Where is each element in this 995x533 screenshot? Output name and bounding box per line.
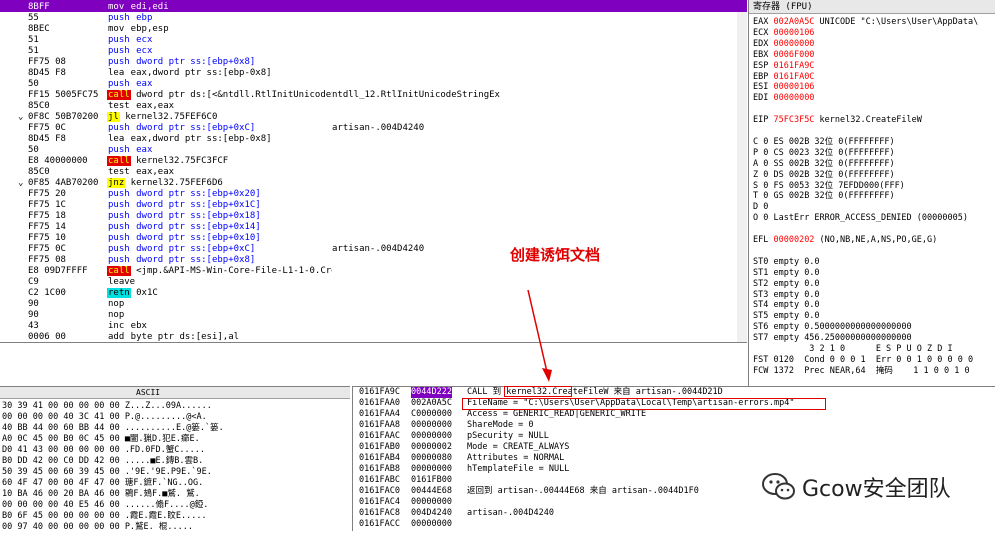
register-line[interactable]: EBX 0006F000 xyxy=(753,50,820,61)
register-line[interactable]: Z 0 DS 002B 32位 0(FFFFFFFF) xyxy=(753,170,895,181)
dump-row[interactable]: 00 97 40 00 00 00 00 00 P.鷲E. 棍..... xyxy=(2,522,193,533)
dump-row[interactable]: B0 DD 42 00 C0 DD 42 00 .....■E.鏄B.雲B. xyxy=(2,456,203,467)
disasm-instruction: add byte ptr ds:[esi],al xyxy=(108,332,240,342)
wechat-icon xyxy=(762,473,795,500)
disasm-bytes: 0006 00 xyxy=(28,332,66,342)
register-line[interactable]: ST2 empty 0.0 xyxy=(753,279,820,290)
register-line[interactable]: EIP 75FC3F5C kernel32.CreateFileW xyxy=(753,115,922,126)
registers-title: 寄存器 (FPU) xyxy=(749,0,995,14)
dump-row[interactable]: B0 6F 45 00 00 00 00 00 .霞E.霞E.盿E..... xyxy=(2,511,207,522)
registers-pane[interactable]: 寄存器 (FPU) EAX 002A0A5C UNICODE "C:\Users… xyxy=(748,0,995,386)
highlight-box-filename xyxy=(462,398,826,410)
register-line[interactable]: EAX 002A0A5C UNICODE "C:\Users\User\AppD… xyxy=(753,17,978,28)
register-line[interactable]: ECX 00000106 xyxy=(753,28,820,39)
register-line[interactable]: 3 2 1 0 E S P U O Z D I xyxy=(753,344,952,355)
stack-row[interactable]: 0161FAA8 00000000 ShareMode = 0 xyxy=(355,420,995,431)
memory-dump-pane[interactable]: ASCII 30 39 41 00 00 00 00 00 Z...Z...09… xyxy=(0,386,350,533)
register-line[interactable]: ESP 0161FA9C xyxy=(753,61,820,72)
stack-row[interactable]: 0161FAB4 00000080 Attributes = NORMAL xyxy=(355,453,995,464)
dump-row[interactable]: 30 39 41 00 00 00 00 00 Z...Z...09A.....… xyxy=(2,401,212,412)
register-line[interactable]: ST1 empty 0.0 xyxy=(753,268,820,279)
register-line[interactable]: P 0 CS 0023 32位 0(FFFFFFFF) xyxy=(753,148,895,159)
disasm-scrollbar[interactable] xyxy=(737,12,747,342)
stack-row[interactable]: 0161FAB0 00000002 Mode = CREATE_ALWAYS xyxy=(355,442,995,453)
register-line[interactable]: D 0 xyxy=(753,202,773,213)
register-line[interactable]: ST0 empty 0.0 xyxy=(753,257,820,268)
register-line[interactable]: ESI 00000106 xyxy=(753,82,820,93)
stack-row[interactable]: 0161FAC8 004D4240 artisan-.004D4240 xyxy=(355,508,995,519)
register-line[interactable]: FCW 1372 Prec NEAR,64 掩码 1 1 0 0 1 0 xyxy=(753,366,970,377)
register-line[interactable]: T 0 GS 002B 32位 0(FFFFFFFF) xyxy=(753,191,895,202)
dump-row[interactable]: 50 39 45 00 60 39 45 00 .'9E.'9E.P9E.`9E… xyxy=(2,467,212,478)
stack-row[interactable]: 0161FACC 00000000 xyxy=(355,519,995,530)
register-line[interactable]: EDX 00000000 xyxy=(753,39,820,50)
register-line[interactable]: EFL 00000202 (NO,NB,NE,A,NS,PO,GE,G) xyxy=(753,235,937,246)
dump-row[interactable]: 60 4F 47 00 00 4F 47 00 瑭F.鏣F.`NG..OG. xyxy=(2,478,203,489)
dump-row[interactable]: A0 0C 45 00 B0 0C 45 00 ■闔.猟D.犯E.癤E. xyxy=(2,434,200,445)
disassembly-pane[interactable]: 8BFF mov edi,edi 55 push ebp 8BEC mov ebp,esp… xyxy=(0,0,747,342)
dump-row[interactable]: 00 00 00 00 40 E5 46 00 ......翛F....@錏. xyxy=(2,500,208,511)
register-line[interactable]: EBP 0161FA0C xyxy=(753,72,820,83)
register-line[interactable]: ST6 empty 0.5000000000000000000 xyxy=(753,322,912,333)
info-pane xyxy=(0,342,747,386)
dump-row[interactable]: 10 BA 46 00 20 BA 46 00 鶍F.鳷F.■鷲. 鷲. xyxy=(2,489,200,500)
dump-row[interactable]: 00 00 00 00 40 3C 41 00 P.@.........@<A. xyxy=(2,412,207,423)
dump-header: ASCII xyxy=(0,387,350,399)
stack-row[interactable]: 0161FA9C 0044D222 CALL 到 kernel32.CreateFi… xyxy=(355,387,995,398)
watermark-label: Gcow安全团队 xyxy=(802,477,951,502)
register-line[interactable]: S 0 FS 0053 32位 7EFDD000(FFF) xyxy=(753,181,905,192)
annotation-arrow-icon xyxy=(527,289,552,382)
annotation-label: 创建诱饵文档 xyxy=(510,246,601,264)
highlight-box-function xyxy=(504,386,572,397)
dump-ascii-header: ASCII xyxy=(136,388,161,397)
dump-row[interactable]: D0 41 43 00 00 00 00 00 .FD.0FD.蟹C..... xyxy=(2,445,205,456)
dump-row[interactable]: 40 BB 44 00 60 BB 44 00 ..........E.@篓.`… xyxy=(2,423,224,434)
register-line[interactable]: ST7 empty 456.25000000000000000 xyxy=(753,333,912,344)
register-line[interactable]: O 0 LastErr ERROR_ACCESS_DENIED (0000000… xyxy=(753,213,968,224)
register-line[interactable]: A 0 SS 002B 32位 0(FFFFFFFF) xyxy=(753,159,895,170)
register-line[interactable]: EDI 00000000 xyxy=(753,93,820,104)
register-line[interactable]: FST 0120 Cond 0 0 0 1 Err 0 0 1 0 0 0 0 … xyxy=(753,355,973,366)
register-line[interactable]: ST5 empty 0.0 xyxy=(753,311,820,322)
register-line[interactable]: ST4 empty 0.0 xyxy=(753,300,820,311)
stack-row[interactable]: 0161FAA4 C0000000 Access = GENERIC_READ|GE… xyxy=(355,409,995,420)
stack-row[interactable]: 0161FAAC 00000000 pSecurity = NULL xyxy=(355,431,995,442)
disasm-row[interactable]: 0006 00 add byte ptr ds:[esi],al xyxy=(0,331,747,342)
register-line[interactable]: ST3 empty 0.0 xyxy=(753,290,820,301)
register-line[interactable]: C 0 ES 002B 32位 0(FFFFFFFF) xyxy=(753,137,895,148)
watermark: Gcow安全团队 xyxy=(762,470,951,504)
